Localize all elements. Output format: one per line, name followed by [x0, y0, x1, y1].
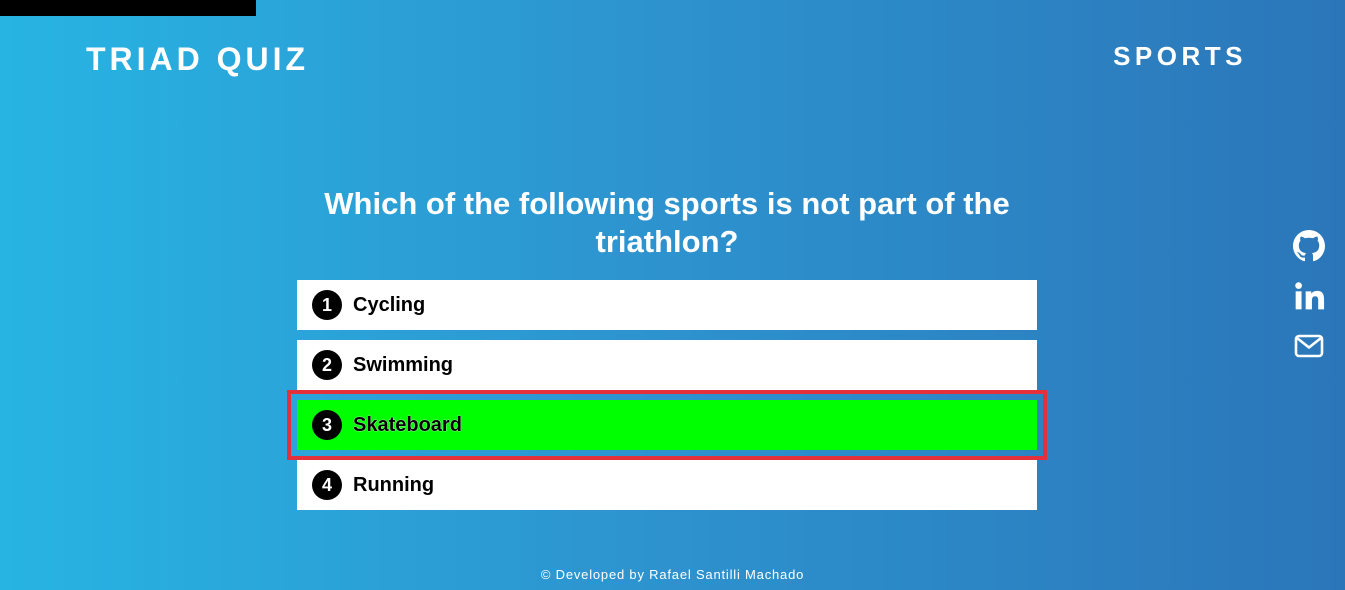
- linkedin-link[interactable]: [1293, 280, 1327, 314]
- question-text: Which of the following sports is not par…: [324, 186, 1010, 259]
- option-label: Skateboard: [353, 413, 462, 436]
- footer-credit: © Developed by Rafael Santilli Machado: [540, 567, 805, 582]
- answer-option-2[interactable]: 2 Swimming: [297, 340, 1037, 390]
- email-link[interactable]: [1293, 330, 1327, 364]
- brand-title[interactable]: TRIAD QUIZ: [86, 40, 309, 78]
- progress-bar-fill: [0, 0, 256, 16]
- social-links: [1293, 230, 1327, 380]
- github-icon: [1293, 230, 1325, 262]
- mail-icon: [1294, 334, 1324, 358]
- option-number-badge: 1: [312, 290, 342, 320]
- option-label: Swimming: [353, 353, 454, 376]
- option-label: Running: [353, 473, 435, 496]
- option-number-badge: 2: [312, 350, 342, 380]
- answer-option-4[interactable]: 4 Running: [297, 460, 1037, 510]
- option-number-badge: 4: [312, 470, 342, 500]
- option-number-badge: 3: [312, 410, 342, 440]
- progress-bar: [0, 0, 1345, 16]
- option-label: Cycling: [353, 293, 426, 316]
- category-label: SPORTS: [1113, 41, 1247, 71]
- linkedin-icon: [1295, 282, 1325, 310]
- answer-options: 1 Cycling 2 Swimming 3 Skateboard 4 Runn…: [287, 280, 1047, 520]
- github-link[interactable]: [1293, 230, 1327, 264]
- answer-option-1[interactable]: 1 Cycling: [297, 280, 1037, 330]
- answer-option-3[interactable]: 3 Skateboard: [287, 390, 1047, 460]
